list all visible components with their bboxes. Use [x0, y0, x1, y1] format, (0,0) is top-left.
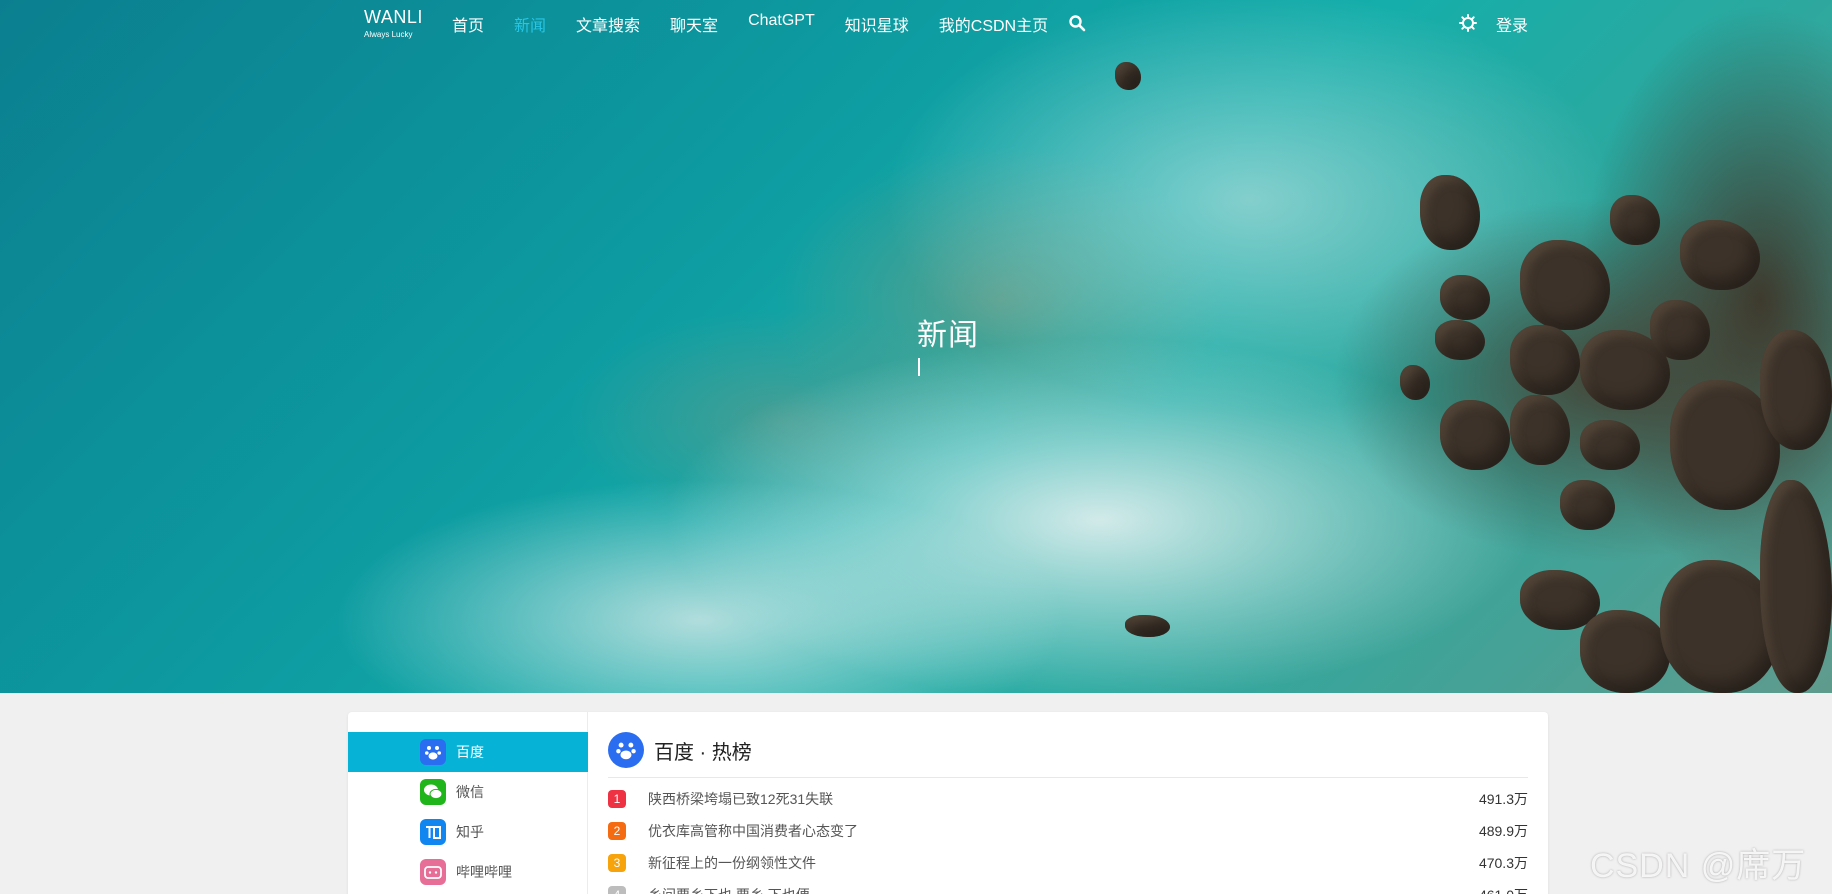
nav-link-home[interactable]: 首页 — [452, 12, 484, 36]
nav-link-knowledge-planet[interactable]: 知识星球 — [845, 12, 909, 36]
hero-banner: WANLI Always Lucky 首页 新闻 文章搜索 聊天室 ChatGP… — [0, 0, 1832, 693]
sidebar-item-label: 知乎 — [456, 824, 484, 840]
rock — [1400, 365, 1430, 400]
rock — [1760, 480, 1832, 693]
news-title[interactable]: 乡间要乡下也 要乡 下也便 — [648, 885, 1479, 894]
top-nav: WANLI Always Lucky 首页 新闻 文章搜索 聊天室 ChatGP… — [0, 0, 1832, 46]
watermark: CSDN @席万里 — [1590, 847, 1807, 885]
nav-link-csdn-home[interactable]: 我的CSDN主页 — [939, 12, 1048, 36]
hot-list-card: 百度 微信 知乎 哔哩哔哩 百度 · 热榜 1 陕西桥梁垮塌已致12死31失联 … — [348, 712, 1548, 894]
hero-title: 新闻 — [917, 319, 979, 352]
rock — [1580, 610, 1670, 693]
bilibili-icon — [420, 859, 446, 885]
rock — [1510, 325, 1580, 395]
rock — [1520, 240, 1610, 330]
sidebar-item-label: 百度 — [456, 744, 484, 760]
divider — [608, 777, 1528, 778]
rock — [1650, 300, 1710, 360]
rock — [1440, 400, 1510, 470]
nav-link-article-search[interactable]: 文章搜索 — [576, 12, 640, 36]
rank-badge: 3 — [608, 854, 626, 872]
wechat-icon — [420, 779, 446, 805]
hot-list-title: 百度 · 热榜 — [654, 741, 752, 764]
baidu-icon — [420, 739, 446, 765]
list-item[interactable]: 2 优衣库高管称中国消费者心态变了 489.9万 — [608, 815, 1528, 847]
news-title[interactable]: 优衣库高管称中国消费者心态变了 — [648, 821, 1479, 841]
rank-badge: 1 — [608, 790, 626, 808]
sidebar-item-label: 哔哩哔哩 — [456, 864, 512, 880]
rock — [1440, 275, 1490, 320]
list-item[interactable]: 4 乡间要乡下也 要乡 下也便 461.0万 — [608, 879, 1528, 894]
rock — [1435, 320, 1485, 360]
sidebar-item-wechat[interactable]: 微信 — [348, 772, 588, 812]
sidebar-item-baidu[interactable]: 百度 — [348, 732, 588, 772]
brand-logo[interactable]: WANLI Always Lucky — [364, 7, 423, 39]
sidebar-item-label: 微信 — [456, 784, 484, 800]
hot-list-header: 百度 · 热榜 — [608, 732, 752, 768]
heat-value: 461.0万 — [1479, 885, 1528, 894]
nav-link-chatroom[interactable]: 聊天室 — [670, 12, 718, 36]
news-title[interactable]: 陕西桥梁垮塌已致12死31失联 — [648, 789, 1479, 809]
list-item[interactable]: 1 陕西桥梁垮塌已致12死31失联 491.3万 — [608, 783, 1528, 815]
rock — [1760, 330, 1832, 450]
list-item[interactable]: 3 新征程上的一份纲领性文件 470.3万 — [608, 847, 1528, 879]
nav-links: 首页 新闻 文章搜索 聊天室 ChatGPT 知识星球 我的CSDN主页 — [452, 12, 1078, 36]
brand-name: WANLI — [364, 7, 423, 27]
typing-cursor — [918, 358, 920, 376]
baidu-icon — [608, 732, 644, 768]
nav-link-chatgpt[interactable]: ChatGPT — [748, 12, 815, 36]
rock — [1510, 395, 1570, 465]
rank-badge: 2 — [608, 822, 626, 840]
heat-value: 491.3万 — [1478, 791, 1528, 807]
heat-value: 489.9万 — [1478, 823, 1528, 839]
sidebar-item-bilibili[interactable]: 哔哩哔哩 — [348, 852, 588, 892]
rock — [1680, 220, 1760, 290]
zhihu-icon — [420, 819, 446, 845]
sidebar-item-zhihu[interactable]: 知乎 — [348, 812, 588, 852]
rank-badge: 4 — [608, 886, 626, 894]
rock — [1580, 420, 1640, 470]
rock — [1115, 62, 1141, 90]
login-link[interactable]: 登录 — [1496, 12, 1528, 36]
rock — [1560, 480, 1615, 530]
brand-tagline: Always Lucky — [364, 30, 413, 39]
heat-value: 470.3万 — [1478, 855, 1528, 871]
news-title[interactable]: 新征程上的一份纲领性文件 — [648, 853, 1479, 873]
rock — [1610, 195, 1660, 245]
search-icon[interactable] — [1068, 14, 1086, 32]
source-sidebar: 百度 微信 知乎 哔哩哔哩 — [348, 712, 588, 894]
rock — [1420, 175, 1480, 250]
gear-icon[interactable] — [1459, 14, 1477, 32]
nav-link-news[interactable]: 新闻 — [514, 12, 546, 36]
rock — [1125, 615, 1170, 637]
